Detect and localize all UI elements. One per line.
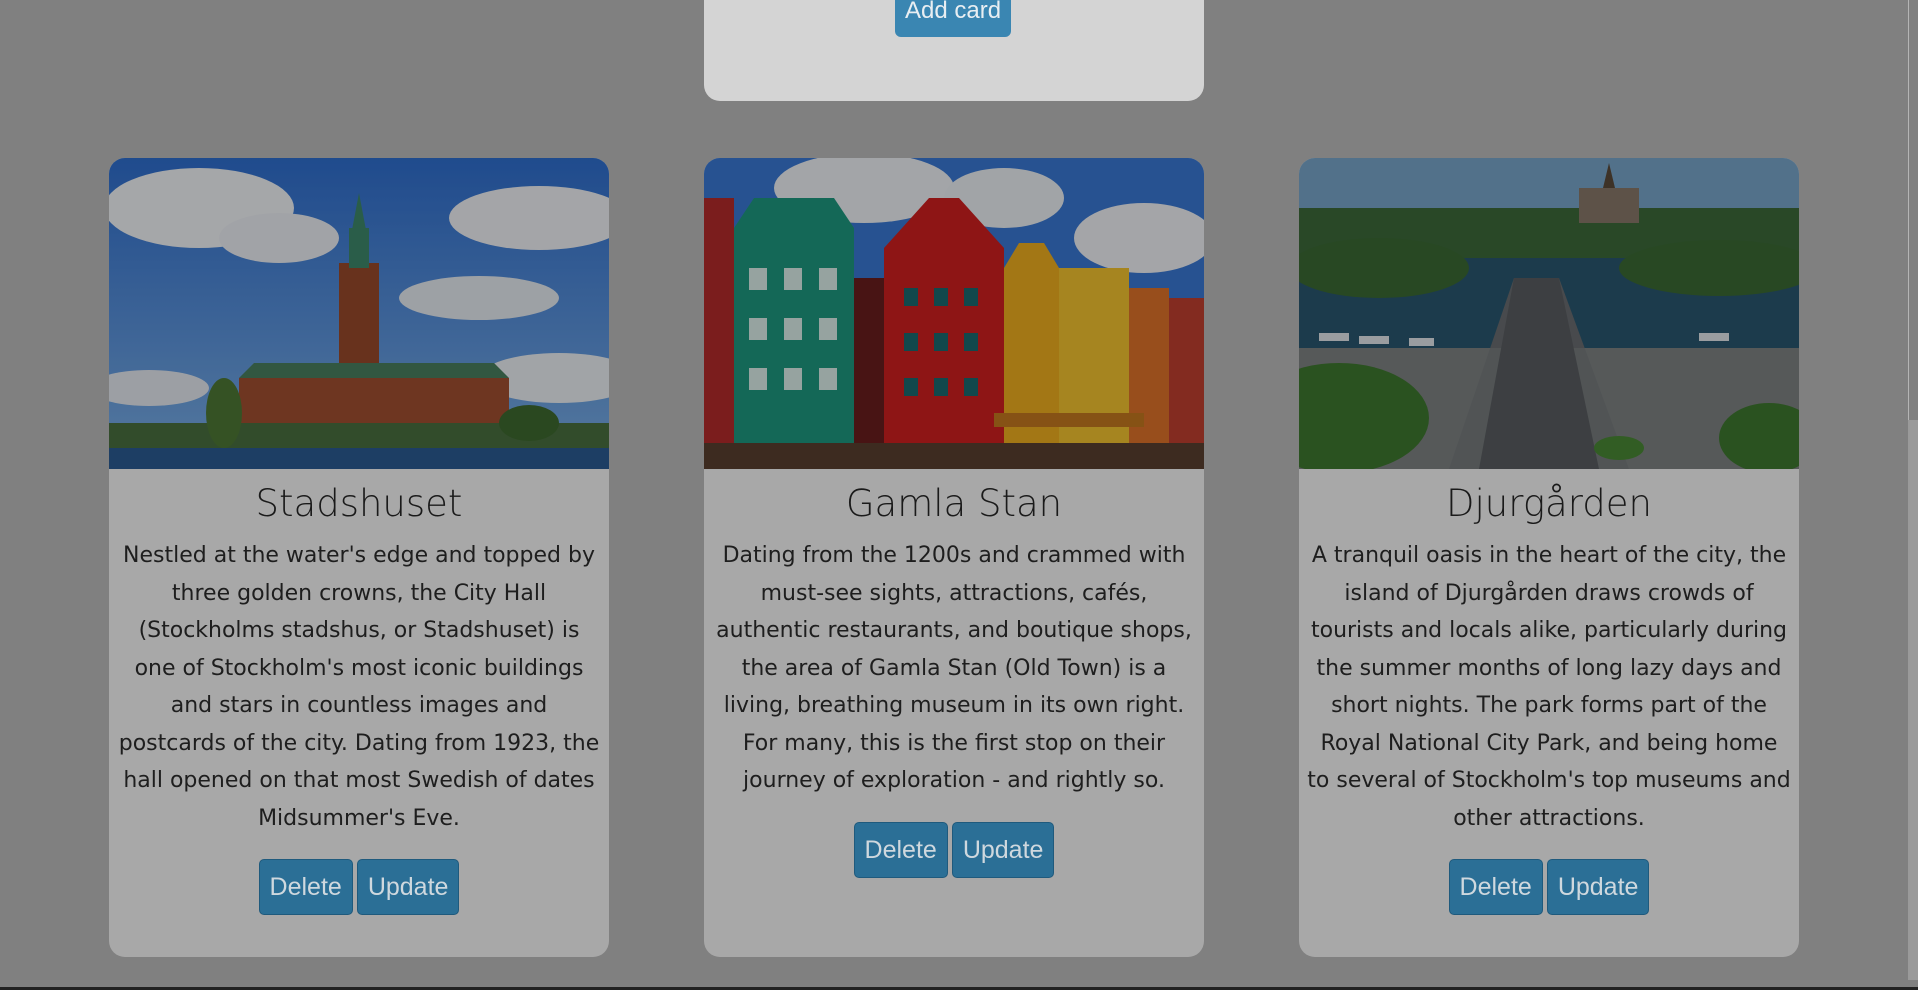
card-actions: Delete Update [1299, 859, 1799, 915]
scrollbar-lower [1908, 420, 1918, 980]
card-gamla-stan: Gamla Stan Dating from the 1200s and cra… [704, 158, 1204, 957]
update-button[interactable]: Update [1546, 859, 1650, 915]
card-title: Djurgården [1446, 482, 1652, 525]
card-description: Nestled at the water's edge and topped b… [118, 543, 600, 831]
card-actions: Delete Update [704, 821, 1204, 878]
update-button[interactable]: Update [356, 859, 460, 915]
add-card-button[interactable]: Add card [895, 0, 1012, 37]
card-title: Stadshuset [255, 482, 463, 525]
card-title: Gamla Stan [845, 482, 1063, 525]
card-description: A tranquil oasis in the heart of the cit… [1307, 543, 1791, 831]
scrollbar-track[interactable] [1908, 0, 1918, 420]
update-button[interactable]: Update [951, 821, 1055, 878]
card-image-djurgarden [1299, 158, 1799, 469]
delete-button[interactable]: Delete [853, 821, 948, 878]
delete-button[interactable]: Delete [1448, 859, 1543, 915]
card-stadshuset: Stadshuset Nestled at the water's edge a… [109, 158, 609, 957]
card-djurgarden: Djurgården A tranquil oasis in the heart… [1299, 158, 1799, 957]
card-image-stadshuset [109, 158, 609, 469]
card-image-gamla-stan [704, 158, 1204, 469]
card-actions: Delete Update [109, 859, 609, 915]
delete-button[interactable]: Delete [258, 859, 353, 915]
card-description: Dating from the 1200s and crammed with m… [716, 543, 1192, 793]
